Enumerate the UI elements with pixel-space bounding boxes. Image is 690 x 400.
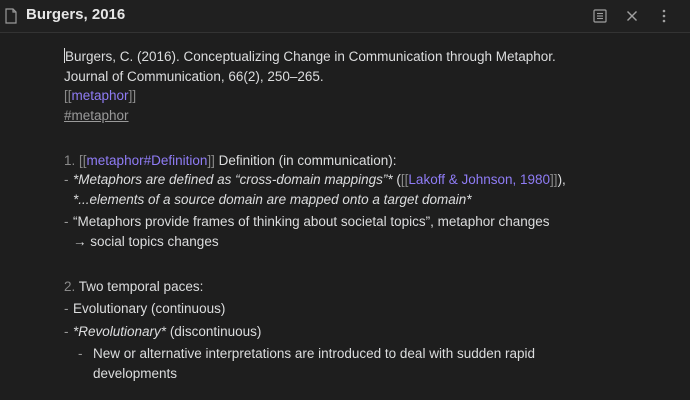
list-item: - *Revolutionary* (discontinuous) [64, 323, 262, 339]
editor-pane[interactable]: Burgers, C. (2016). Conceptualizing Chan… [0, 33, 690, 400]
citation-line-1: Burgers, C. (2016). Conceptualizing Chan… [64, 48, 556, 64]
list-item: - Evolutionary (continuous) [64, 301, 226, 316]
list-item-definition: 1. [[metaphor#Definition]] Definition (i… [64, 152, 397, 168]
definition-link[interactable]: [[metaphor#Definition]] [79, 153, 215, 168]
citation-line-2: Journal of Communication, 66(2), 250–265… [64, 68, 324, 84]
list-item-temporal-paces: 2. Two temporal paces: [64, 278, 204, 294]
metaphor-tag[interactable]: #metaphor [64, 106, 604, 126]
reading-view-icon[interactable] [592, 8, 608, 24]
metaphor-link[interactable]: [[metaphor]] [64, 86, 604, 106]
note-title: Burgers, 2016 [26, 6, 126, 23]
file-icon [5, 8, 17, 24]
list-item-nested: - New or alternative interpretations are… [78, 346, 536, 381]
lakoff-johnson-link[interactable]: [[Lakoff & Johnson, 1980]] [401, 172, 558, 187]
title-bar: Burgers, 2016 [0, 0, 690, 33]
close-icon[interactable] [624, 8, 640, 24]
list-item: - “Metaphors provide frames of thinking … [64, 214, 550, 249]
more-options-icon[interactable] [656, 8, 672, 24]
list-item: - *Metaphors are defined as “cross-domai… [64, 172, 566, 207]
note-content[interactable]: Burgers, C. (2016). Conceptualizing Chan… [64, 47, 604, 383]
